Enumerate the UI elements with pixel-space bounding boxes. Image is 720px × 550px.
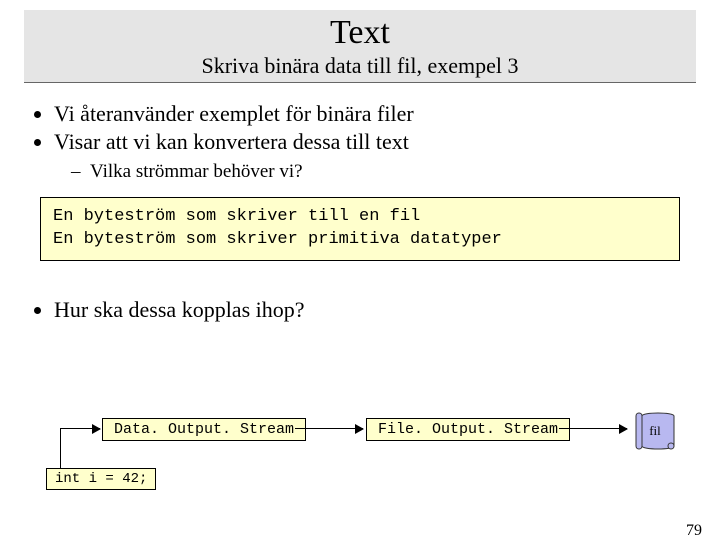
slide: Text Skriva binära data till fil, exempe… (0, 10, 720, 550)
title-band: Text Skriva binära data till fil, exempe… (24, 10, 696, 83)
code-box: En byteström som skriver till en fil En … (40, 197, 680, 261)
slide-title: Text (24, 14, 696, 51)
connector-arrow (60, 428, 100, 429)
page-number: 79 (686, 522, 702, 540)
file-output-stream-box: File. Output. Stream (366, 418, 570, 441)
data-output-stream-box: Data. Output. Stream (102, 418, 306, 441)
bullet-item: Vi återanvänder exemplet för binära file… (54, 101, 690, 127)
body-text: Vi återanvänder exemplet för binära file… (30, 101, 690, 183)
bullet-text: Visar att vi kan konvertera dessa till t… (54, 129, 409, 154)
slide-subtitle: Skriva binära data till fil, exempel 3 (24, 53, 696, 79)
sub-bullet-item: Vilka strömmar behöver vi? (90, 161, 690, 183)
arrow-icon (295, 428, 363, 429)
question-2: Hur ska dessa kopplas ihop? (30, 297, 690, 323)
file-label: fil (632, 410, 678, 452)
flow-diagram: Data. Output. Stream File. Output. Strea… (40, 410, 690, 500)
int-declaration-box: int i = 42; (46, 468, 156, 490)
bullet-item: Hur ska dessa kopplas ihop? (54, 297, 690, 323)
file-scroll-icon: fil (632, 410, 678, 452)
arrow-icon (559, 428, 627, 429)
bullet-item: Visar att vi kan konvertera dessa till t… (54, 129, 690, 183)
